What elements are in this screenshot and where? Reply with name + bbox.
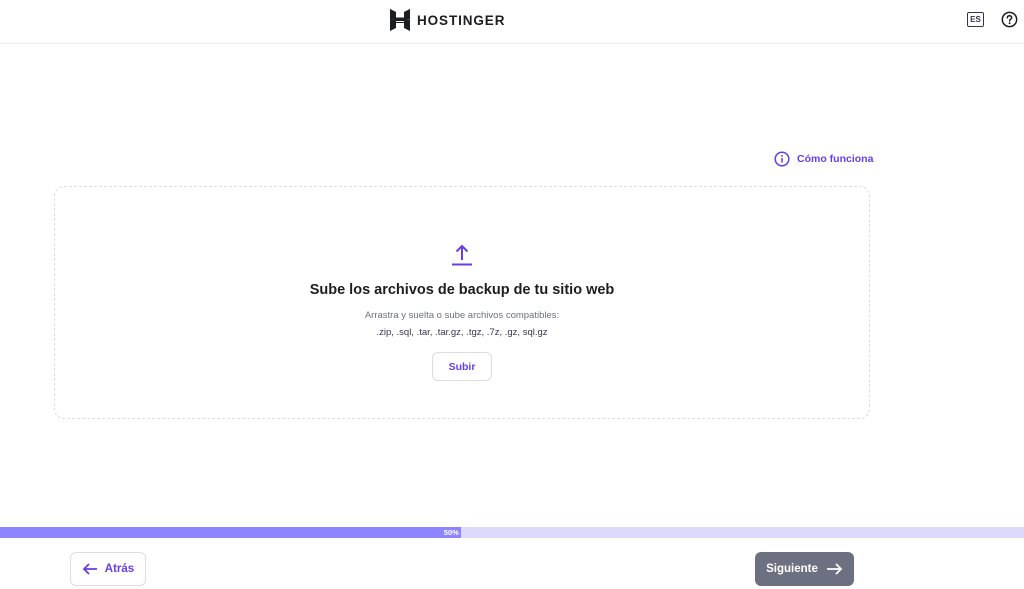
dropzone-subtitle: Arrastra y suelta o sube archivos compat… — [364, 310, 560, 321]
hostinger-logo-icon — [390, 9, 410, 31]
how-it-works-label: Cómo funciona — [797, 153, 874, 165]
dropzone-title: Sube los archivos de backup de tu sitio … — [309, 282, 615, 298]
next-label: Siguiente — [766, 563, 818, 575]
upload-button[interactable]: Subir — [432, 352, 492, 381]
top-header: HOSTINGER ES — [0, 0, 1024, 44]
progress-label: 50% — [443, 528, 459, 537]
arrow-right-icon — [826, 563, 843, 575]
arrow-left-icon — [82, 563, 97, 575]
language-selector[interactable]: ES — [967, 12, 984, 27]
info-icon — [774, 151, 790, 167]
how-it-works-link[interactable]: Cómo funciona — [774, 151, 873, 167]
back-button[interactable]: Atrás — [70, 552, 146, 586]
upload-icon — [452, 244, 472, 266]
file-dropzone[interactable] — [54, 186, 870, 419]
supported-formats: .zip, .sql, .tar, .tar.gz, .tgz, .7z, .g… — [376, 327, 548, 338]
help-circle-icon[interactable] — [1001, 11, 1018, 28]
progress-bar: 50% — [0, 527, 1024, 538]
next-button[interactable]: Siguiente — [755, 552, 854, 586]
brand-name: HOSTINGER — [417, 12, 506, 28]
back-label: Atrás — [104, 563, 135, 575]
brand-logo[interactable]: HOSTINGER — [390, 8, 505, 32]
